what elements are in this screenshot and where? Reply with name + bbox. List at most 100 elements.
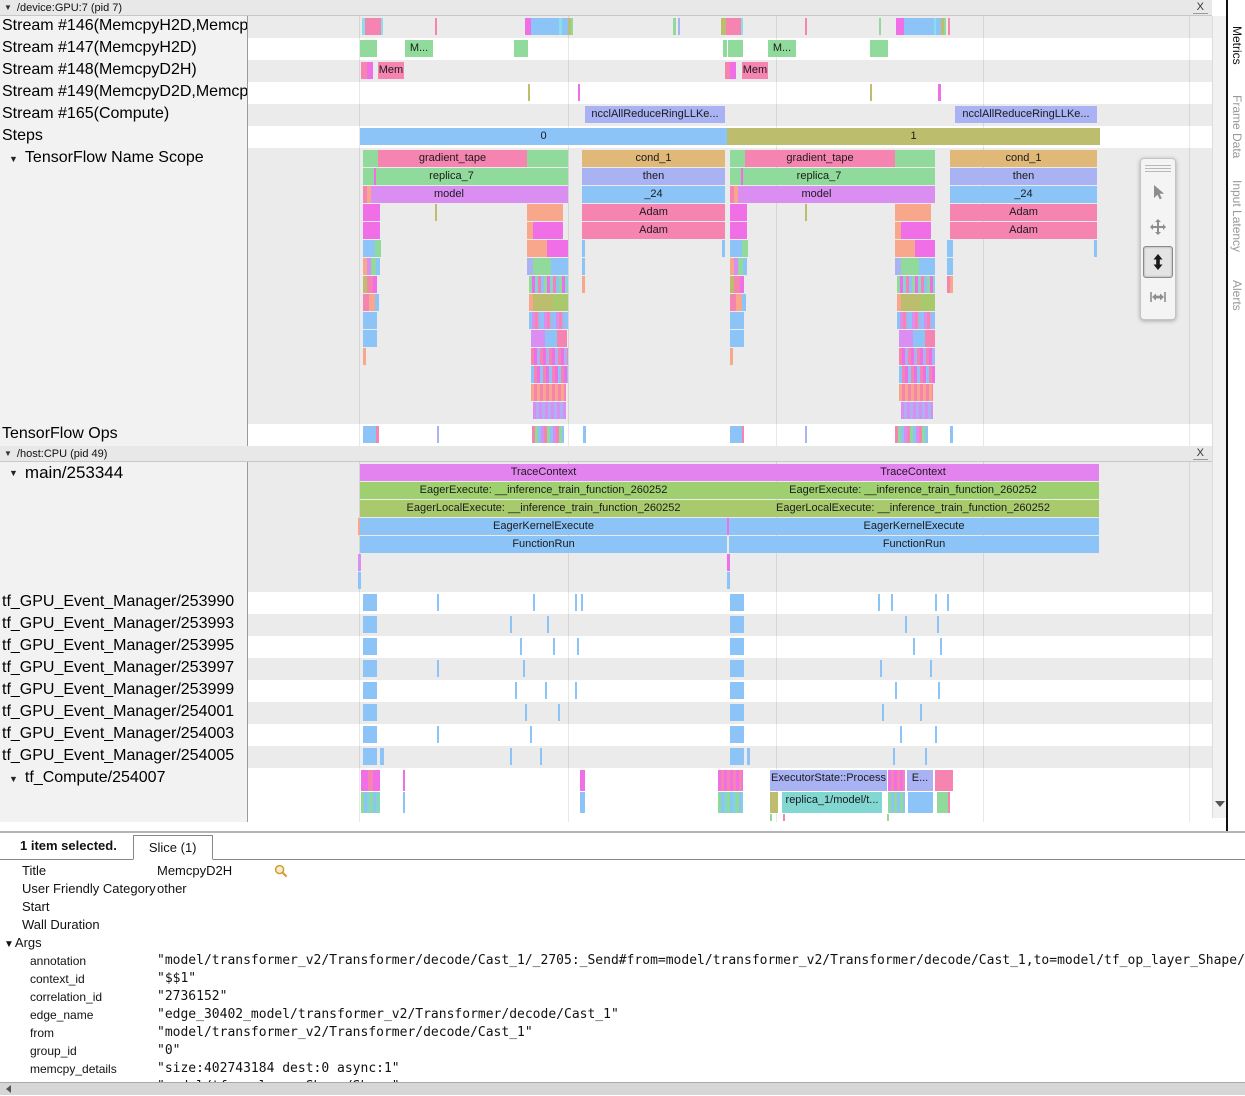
trace-event[interactable] [938, 682, 940, 699]
trace-event[interactable] [520, 638, 522, 655]
trace-event[interactable] [437, 594, 439, 611]
trace-event[interactable] [899, 384, 933, 401]
trace-event[interactable] [900, 726, 902, 743]
trace-event[interactable]: model [738, 186, 895, 203]
trace-event[interactable] [580, 792, 585, 813]
row-track[interactable]: ncclAllReduceRingLLKe...ncclAllReduceRin… [248, 104, 1212, 126]
trace-event[interactable] [373, 770, 380, 791]
trace-event[interactable] [920, 704, 922, 721]
trace-event[interactable] [582, 276, 585, 293]
trace-event[interactable] [363, 726, 377, 743]
trace-event[interactable] [879, 18, 881, 35]
tab-input-latency[interactable]: Input Latency [1230, 180, 1244, 252]
trace-event[interactable] [373, 276, 377, 293]
vertical-scrollbar[interactable] [1212, 16, 1226, 818]
trace-event[interactable]: Mem [378, 62, 404, 79]
trace-event[interactable] [533, 594, 535, 611]
trace-event[interactable] [730, 348, 733, 365]
trace-event[interactable] [527, 186, 568, 203]
trace-event[interactable] [437, 660, 439, 677]
row-track[interactable]: TraceContextTraceContextEagerExecute: __… [248, 462, 1212, 592]
trace-event[interactable] [575, 682, 577, 699]
trace-event[interactable] [380, 748, 384, 765]
trace-event[interactable] [935, 770, 953, 791]
trace-event[interactable] [896, 18, 904, 35]
trace-event[interactable] [527, 240, 547, 257]
args-collapse-arrow-icon[interactable]: ▼ [4, 939, 14, 950]
trace-event[interactable] [895, 240, 915, 257]
trace-event[interactable] [376, 258, 380, 275]
trace-event[interactable] [904, 18, 934, 35]
trace-event[interactable] [581, 594, 583, 611]
tab-frame-data[interactable]: Frame Data [1230, 95, 1244, 158]
trace-event[interactable] [947, 594, 949, 611]
trace-event[interactable]: cond_1 [950, 150, 1097, 167]
trace-event[interactable] [577, 638, 579, 655]
trace-event[interactable] [531, 330, 545, 347]
trace-event[interactable] [730, 222, 747, 239]
row-track[interactable] [248, 614, 1212, 636]
trace-event[interactable] [722, 240, 725, 257]
row-track[interactable] [248, 658, 1212, 680]
trace-event[interactable]: then [950, 168, 1097, 185]
trace-event[interactable] [545, 682, 547, 699]
trace-event[interactable] [937, 792, 948, 813]
pan-tool-button[interactable] [1143, 211, 1173, 243]
trace-event[interactable]: Adam [950, 222, 1097, 239]
tab-slice[interactable]: Slice (1) [133, 835, 213, 860]
trace-event[interactable]: Adam [582, 204, 725, 221]
scroll-left-arrow-icon[interactable] [2, 1085, 11, 1093]
trace-event[interactable] [895, 426, 928, 443]
trace-event[interactable] [363, 660, 377, 677]
trace-event[interactable] [363, 638, 377, 655]
collapse-arrow-icon[interactable]: ▼ [4, 3, 12, 12]
trace-event[interactable]: EagerLocalExecute: __inference_train_fun… [360, 500, 727, 517]
trace-event[interactable]: 0 [360, 128, 727, 145]
trace-event[interactable] [887, 814, 889, 821]
collapse-arrow-icon[interactable]: ▼ [9, 468, 18, 478]
trace-event[interactable] [730, 660, 744, 677]
trace-event[interactable] [363, 150, 378, 167]
trace-event[interactable] [529, 312, 568, 329]
trace-event[interactable] [528, 84, 530, 101]
trace-event[interactable] [376, 426, 379, 443]
row-label[interactable]: ▼tf_Compute/254007 [0, 768, 248, 822]
trace-event[interactable] [730, 168, 741, 185]
trace-event[interactable]: ncclAllReduceRingLLKe... [585, 106, 725, 123]
trace-event[interactable] [895, 204, 931, 221]
trace-event[interactable] [718, 770, 743, 791]
row-track[interactable] [248, 680, 1212, 702]
trace-event[interactable] [901, 294, 921, 311]
trace-event[interactable] [950, 258, 953, 275]
trace-event[interactable] [805, 426, 807, 443]
trace-event[interactable] [897, 312, 935, 329]
trace-event[interactable] [363, 312, 377, 329]
trace-event[interactable]: model [371, 186, 527, 203]
trace-event[interactable] [901, 402, 933, 419]
trace-event[interactable] [358, 554, 361, 571]
trace-event[interactable] [723, 40, 727, 57]
trace-event[interactable] [360, 40, 377, 57]
trace-event[interactable] [533, 258, 551, 275]
trace-event[interactable] [742, 294, 746, 311]
row-track[interactable]: M...M... [248, 38, 1212, 60]
trace-event[interactable] [805, 204, 807, 221]
trace-event[interactable] [558, 704, 560, 721]
trace-event[interactable]: E... [907, 770, 933, 791]
trace-event[interactable]: gradient_tape [378, 150, 527, 167]
trace-event[interactable] [893, 748, 895, 765]
trace-event[interactable]: EagerLocalExecute: __inference_train_fun… [727, 500, 1099, 517]
row-track[interactable]: gradient_tapereplica_7modelcond_1then_24… [248, 148, 1212, 424]
trace-event[interactable] [531, 18, 559, 35]
trace-event[interactable] [950, 240, 953, 257]
trace-event[interactable] [899, 366, 935, 383]
trace-event[interactable] [895, 168, 935, 185]
vertical-zoom-tool-button[interactable] [1143, 246, 1173, 278]
trace-event[interactable] [940, 638, 942, 655]
collapse-arrow-icon[interactable]: ▼ [9, 154, 18, 164]
trace-event[interactable]: replica_7 [743, 168, 895, 185]
trace-event[interactable]: TraceContext [727, 464, 1099, 481]
close-section-button[interactable]: X [1193, 1, 1208, 14]
trace-event[interactable]: _24 [582, 186, 725, 203]
trace-event[interactable] [363, 204, 380, 221]
